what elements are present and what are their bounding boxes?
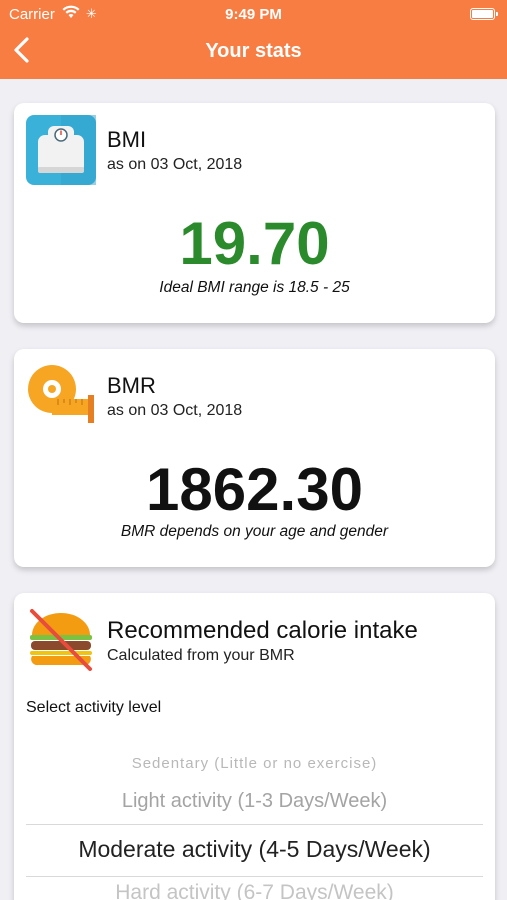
tape-measure-icon <box>28 365 94 423</box>
picker-option[interactable]: Sedentary (Little or no exercise) <box>26 755 483 772</box>
status-bar: Carrier ✳ 9:49 PM <box>0 0 507 28</box>
bmr-note: BMR depends on your age and gender <box>120 523 389 540</box>
picker-divider <box>26 876 483 877</box>
bmr-date: as on 03 Oct, 2018 <box>107 402 243 419</box>
bmi-value: 19.70 <box>179 210 330 277</box>
calorie-card: Recommended calorie intake Calculated fr… <box>14 593 495 900</box>
calorie-subtitle: Calculated from your BMR <box>107 647 295 664</box>
page-title: Your stats <box>205 40 302 62</box>
scale-icon <box>26 115 96 185</box>
no-burger-icon <box>30 609 92 671</box>
picker-option[interactable]: Light activity (1-3 Days/Week) <box>26 790 483 813</box>
calorie-title: Recommended calorie intake <box>107 617 418 644</box>
status-time: 9:49 PM <box>225 6 282 23</box>
bmr-title: BMR <box>107 373 156 398</box>
activity-select-label: Select activity level <box>26 699 162 716</box>
bmi-note: Ideal BMI range is 18.5 - 25 <box>159 279 350 296</box>
bmr-card: BMR as on 03 Oct, 2018 1862.30 BMR depen… <box>14 349 495 567</box>
picker-selected-option[interactable]: Moderate activity (4-5 Days/Week) <box>26 836 483 863</box>
bmi-card: BMI as on 03 Oct, 2018 19.70 Ideal BMI r… <box>14 103 495 323</box>
battery-icon <box>470 8 498 20</box>
bmi-title: BMI <box>107 127 147 152</box>
picker-divider <box>26 824 483 825</box>
picker-option[interactable]: Hard activity (6-7 Days/Week) <box>26 881 483 900</box>
header-bar: Carrier ✳ 9:49 PM Your stats <box>0 0 507 79</box>
bmi-date: as on 03 Oct, 2018 <box>107 156 243 173</box>
bmr-value: 1862.30 <box>146 456 363 523</box>
